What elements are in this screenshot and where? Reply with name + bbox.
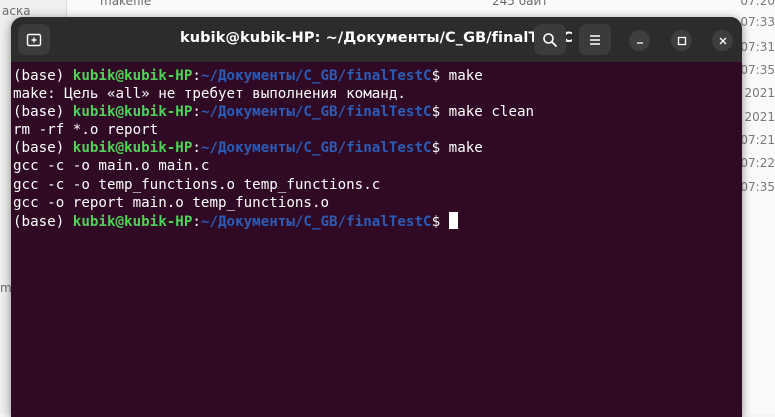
close-button[interactable] bbox=[712, 30, 733, 51]
working-directory: ~/Документы/C_GB/finalTestC bbox=[200, 68, 432, 84]
prompt-symbol: $ bbox=[431, 213, 441, 230]
command bbox=[440, 214, 449, 230]
background-time: 07:31 bbox=[740, 40, 775, 54]
user-host: kubik@kubik-HP bbox=[72, 140, 193, 157]
command: make bbox=[440, 68, 483, 84]
background-time: 07:35 bbox=[740, 63, 775, 77]
user-host: kubik@kubik-HP bbox=[72, 213, 193, 230]
background-time: 07:22 bbox=[740, 156, 775, 170]
prompt-symbol: $ bbox=[431, 68, 441, 84]
user-host: kubik@kubik-HP bbox=[72, 68, 193, 84]
working-directory: ~/Документы/C_GB/finalTestC bbox=[200, 140, 432, 157]
prompt-symbol: $ bbox=[431, 140, 441, 157]
search-icon bbox=[543, 32, 557, 47]
command-output: make: Цель «all» не требует выполнения к… bbox=[13, 86, 406, 103]
menu-button[interactable] bbox=[579, 24, 611, 55]
working-directory: ~/Документы/C_GB/finalTestC bbox=[200, 104, 432, 121]
command-output: gcc -c -o temp_functions.o temp_function… bbox=[13, 176, 381, 193]
terminal-output[interactable]: (base) kubik@kubik-HP:~/Документы/C_GB/f… bbox=[11, 62, 742, 417]
command-output: gcc -c -o main.o main.c bbox=[13, 158, 210, 175]
minimize-icon bbox=[636, 41, 643, 44]
conda-env: (base) bbox=[13, 140, 65, 157]
maximize-button[interactable] bbox=[671, 30, 692, 51]
minimize-button[interactable] bbox=[629, 30, 650, 51]
prompt-colon: : bbox=[192, 140, 201, 157]
terminal-line: (base) kubik@kubik-HP:~/Документы/C_GB/f… bbox=[13, 67, 742, 85]
terminal-line: (base) kubik@kubik-HP:~/Документы/C_GB/f… bbox=[13, 139, 742, 157]
text-cursor bbox=[448, 211, 458, 229]
user-host: kubik@kubik-HP bbox=[72, 104, 193, 121]
maximize-icon bbox=[677, 36, 686, 45]
background-time: 2021 bbox=[744, 86, 775, 100]
title-bar[interactable]: kubik@kubik-HP: ~/Документы/C_GB/finalTe… bbox=[11, 17, 742, 62]
background-time: 07:33 bbox=[740, 15, 775, 29]
conda-env: (base) bbox=[13, 104, 65, 121]
command-output: rm -rf *.o report bbox=[13, 122, 159, 139]
terminal-line: (base) kubik@kubik-HP:~/Документы/C_GB/f… bbox=[13, 103, 742, 121]
terminal-window[interactable]: kubik@kubik-HP: ~/Документы/C_GB/finalTe… bbox=[11, 17, 742, 417]
search-button[interactable] bbox=[534, 24, 566, 55]
prompt-colon: : bbox=[192, 213, 201, 230]
command-output: gcc -o report main.o temp_functions.o bbox=[13, 194, 330, 211]
close-icon bbox=[719, 37, 726, 44]
background-sidebar-label: аска bbox=[2, 4, 31, 18]
terminal-line: (base) kubik@kubik-HP:~/Документы/C_GB/f… bbox=[13, 211, 742, 230]
background-time: 2021 bbox=[744, 110, 775, 124]
conda-env: (base) bbox=[13, 68, 65, 84]
command: make clean bbox=[440, 104, 535, 121]
conda-env: (base) bbox=[13, 213, 65, 230]
background-file-size: 245 байт bbox=[492, 0, 549, 8]
hamburger-menu-icon bbox=[590, 34, 600, 45]
command: make bbox=[440, 140, 483, 157]
prompt-symbol: $ bbox=[431, 104, 441, 121]
background-time: 07:35 bbox=[740, 180, 775, 194]
working-directory: ~/Документы/C_GB/finalTestC bbox=[200, 213, 432, 230]
prompt-colon: : bbox=[192, 104, 201, 121]
background-sidebar-label-2: m bbox=[0, 281, 12, 295]
background-file-name: makefile bbox=[100, 0, 152, 8]
background-time: 07:21 bbox=[740, 133, 775, 147]
prompt-colon: : bbox=[192, 68, 201, 84]
background-time: 07:20 bbox=[740, 0, 775, 8]
